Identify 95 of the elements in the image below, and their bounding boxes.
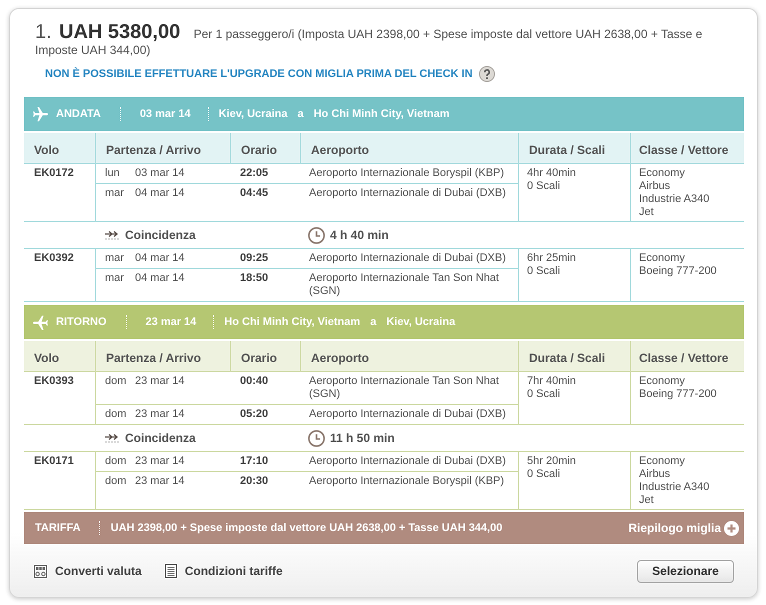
cabin-class: Economy (639, 167, 685, 180)
flight-number: EK0172 (34, 167, 74, 179)
clock-icon (308, 430, 325, 446)
time-text: 20:30 (240, 475, 268, 487)
flight-number: EK0392 (34, 252, 74, 264)
column-header: Durata / Scali (529, 351, 606, 365)
airport-name: Aeroporto Internazionale Boryspil (KBP) (309, 475, 504, 487)
aircraft-type: Airbus Industrie A340 Jet (639, 468, 710, 507)
cabin-class: Economy (639, 252, 685, 265)
stops-text: 0 Scali (527, 180, 560, 193)
weekday-text: mar (105, 272, 125, 285)
airport-name: Aeroporto Internazionale di Dubai (DXB) (309, 408, 506, 420)
airplane-icon (33, 106, 48, 122)
weekday-text: dom (105, 408, 128, 421)
weekday-text: dom (105, 475, 128, 488)
column-header: Aeroporto (311, 351, 369, 365)
connection-label: Coincidenza (125, 228, 196, 242)
date-text: 23 mar 14 (135, 455, 185, 467)
date-text: 23 mar 14 (135, 375, 185, 387)
date-text: 03 mar 14 (135, 167, 185, 179)
aircraft-type: Airbus Industrie A340 Jet (639, 180, 710, 219)
aircraft-type: Boeing 777-200 (639, 265, 717, 278)
cabin-class: Economy (639, 375, 685, 388)
airport-name: Aeroporto Internazionale di Dubai (DXB) (309, 252, 506, 264)
route-connector: a (297, 108, 304, 120)
stops-text: 0 Scali (527, 388, 560, 401)
origin-city: Kiev, Ucraina (218, 108, 288, 120)
column-header: Classe / Vettore (639, 143, 728, 157)
column-header: Aeroporto (311, 143, 369, 157)
journey-label: RITORNO (56, 316, 107, 328)
flight-number: EK0171 (34, 455, 74, 467)
select-button[interactable]: Selezionare (637, 560, 734, 582)
time-text: 22:05 (240, 167, 268, 179)
airport-name: Aeroporto Internazionale Tan Son Nhat (SGN) (309, 375, 499, 400)
journey-date: 23 mar 14 (146, 316, 196, 328)
date-text: 04 mar 14 (135, 272, 185, 284)
cabin-class: Economy (639, 455, 685, 468)
destination-city: Ho Chi Minh City, Vietnam (314, 108, 450, 120)
airplane-icon (33, 314, 48, 330)
time-text: 18:50 (240, 272, 268, 284)
stops-text: 0 Scali (527, 265, 560, 278)
convert-currency-link[interactable]: Converti valuta (34, 564, 142, 578)
airport-name: Aeroporto Internazionale Tan Son Nhat (SGN) (309, 272, 499, 297)
weekday-text: lun (105, 167, 121, 180)
airport-name: Aeroporto Internazionale Boryspil (KBP) (309, 167, 504, 179)
weekday-text: dom (105, 455, 128, 468)
weekday-text: mar (105, 187, 125, 200)
price-summary: 1. UAH 5380,00 Per 1 passeggero/i (Imposta UAH 2398,00 + Spese imposte dal vettore UAH 2638,00 + Tasse e Imposte UAH 344,00) (34, 21, 704, 58)
column-header: Classe / Vettore (639, 351, 728, 365)
column-header: Partenza / Arrivo (106, 351, 201, 365)
column-header: Volo (34, 351, 60, 365)
time-text: 17:10 (240, 455, 268, 467)
weekday-text: dom (105, 375, 128, 388)
column-header: Volo (34, 143, 60, 157)
date-text: 04 mar 14 (135, 252, 185, 264)
fare-breakdown: UAH 2398,00 + Spese imposte dal vettore UAH 2638,00 + Tasse UAH 344,00 (110, 522, 502, 534)
weekday-text: mar (105, 252, 125, 265)
upgrade-notice: NON È POSSIBILE EFFETTUARE L'UPGRADE CON MIGLIA PRIMA DEL CHECK IN (45, 68, 473, 80)
fare-conditions-link[interactable]: Condizioni tariffe (164, 564, 283, 578)
time-text: 04:45 (240, 187, 268, 199)
plus-icon (724, 520, 739, 536)
layover-duration: 11 h 50 min (330, 431, 395, 445)
document-icon (164, 564, 177, 578)
layover-duration: 4 h 40 min (330, 228, 389, 242)
aircraft-type: Boeing 777-200 (639, 388, 717, 401)
duration-text: 4hr 40min (527, 167, 576, 180)
time-text: 00:40 (240, 375, 268, 387)
flight-number: EK0393 (34, 375, 74, 387)
destination-city: Kiev, Ucraina (386, 316, 456, 328)
date-text: 23 mar 14 (135, 475, 185, 487)
column-header: Orario (241, 143, 278, 157)
route-connector: a (370, 316, 376, 328)
column-header: Partenza / Arrivo (106, 143, 201, 157)
double-arrow-icon (104, 230, 120, 240)
fare-label: TARIFFA (35, 522, 81, 534)
airport-name: Aeroporto Internazionale di Dubai (DXB) (309, 455, 506, 467)
double-arrow-icon (104, 433, 120, 443)
time-text: 05:20 (240, 408, 268, 420)
date-text: 23 mar 14 (135, 408, 185, 420)
connection-label: Coincidenza (125, 431, 196, 445)
journey-date: 03 mar 14 (140, 108, 191, 120)
help-icon[interactable] (478, 66, 495, 82)
time-text: 09:25 (240, 252, 268, 264)
duration-text: 5hr 20min (527, 455, 576, 468)
date-text: 04 mar 14 (135, 187, 185, 199)
duration-text: 6hr 25min (527, 252, 576, 265)
column-header: Orario (241, 351, 278, 365)
journey-label: ANDATA (56, 108, 101, 120)
calculator-icon (34, 564, 47, 578)
clock-icon (308, 226, 325, 244)
duration-text: 7hr 40min (527, 375, 576, 388)
airport-name: Aeroporto Internazionale di Dubai (DXB) (309, 187, 506, 199)
origin-city: Ho Chi Minh City, Vietnam (224, 316, 360, 328)
stops-text: 0 Scali (527, 468, 560, 481)
column-header: Durata / Scali (529, 143, 606, 157)
